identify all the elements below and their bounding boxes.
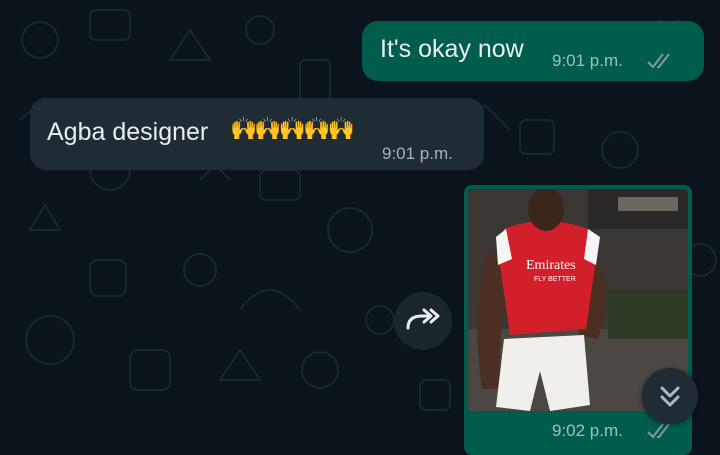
raised-hands-emoji: 🙌🙌🙌🙌🙌 — [230, 116, 355, 141]
double-chevron-down-icon — [660, 386, 680, 407]
message-text: It's okay now — [380, 35, 524, 63]
forward-button[interactable] — [394, 292, 452, 350]
message-time: 9:02 p.m. — [552, 421, 623, 440]
double-check-icon — [647, 423, 670, 439]
scroll-to-bottom-button[interactable] — [642, 368, 698, 424]
outgoing-message-bubble[interactable]: It's okay now 9:01 p.m. — [362, 21, 704, 81]
message-time: 9:01 p.m. — [382, 144, 453, 163]
message-time: 9:01 p.m. — [552, 51, 623, 70]
message-text: Agba designer — [47, 118, 209, 146]
incoming-message-bubble[interactable]: Agba designer 🙌🙌🙌🙌🙌 9:01 p.m. — [30, 98, 484, 170]
forward-icon — [406, 308, 440, 330]
shirt-sponsor-text: Emirates — [526, 258, 576, 273]
shirt-slogan-text: FLY BETTER — [534, 276, 576, 283]
double-check-icon — [647, 53, 670, 69]
